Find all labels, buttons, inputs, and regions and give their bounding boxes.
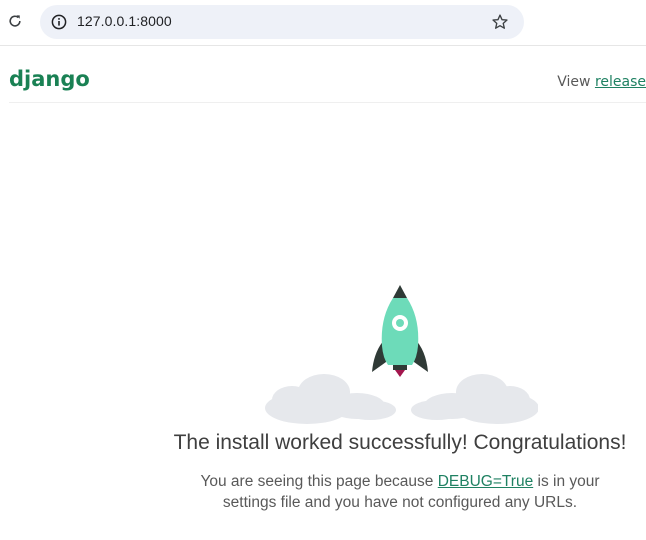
exhaust-trail bbox=[398, 376, 402, 414]
reload-icon[interactable] bbox=[6, 12, 24, 30]
flame bbox=[395, 370, 405, 377]
rocket-body bbox=[381, 298, 419, 365]
message-prefix: You are seeing this page because bbox=[200, 473, 438, 490]
info-icon[interactable] bbox=[50, 13, 68, 31]
release-notes: View release bbox=[557, 74, 646, 90]
nose-cone bbox=[393, 285, 407, 298]
debug-link[interactable]: DEBUG=True bbox=[438, 473, 533, 490]
browser-toolbar: 127.0.0.1:8000 bbox=[0, 0, 646, 46]
release-prefix: View bbox=[557, 74, 595, 90]
release-link[interactable]: release bbox=[595, 74, 646, 90]
success-headline: The install worked successfully! Congrat… bbox=[173, 431, 627, 454]
address-bar[interactable]: 127.0.0.1:8000 bbox=[40, 5, 524, 39]
star-icon[interactable] bbox=[490, 12, 510, 32]
url-text[interactable]: 127.0.0.1:8000 bbox=[77, 13, 172, 29]
engine bbox=[393, 365, 407, 370]
message-line2: settings file and you have not configure… bbox=[222, 494, 578, 511]
message-middle: is in your bbox=[533, 473, 600, 490]
rocket-illustration bbox=[262, 280, 539, 425]
page-header: django View release bbox=[9, 59, 646, 103]
django-logo[interactable]: django bbox=[9, 67, 90, 91]
rocket-svg bbox=[265, 285, 539, 424]
debug-message: You are seeing this page because DEBUG=T… bbox=[180, 471, 620, 513]
